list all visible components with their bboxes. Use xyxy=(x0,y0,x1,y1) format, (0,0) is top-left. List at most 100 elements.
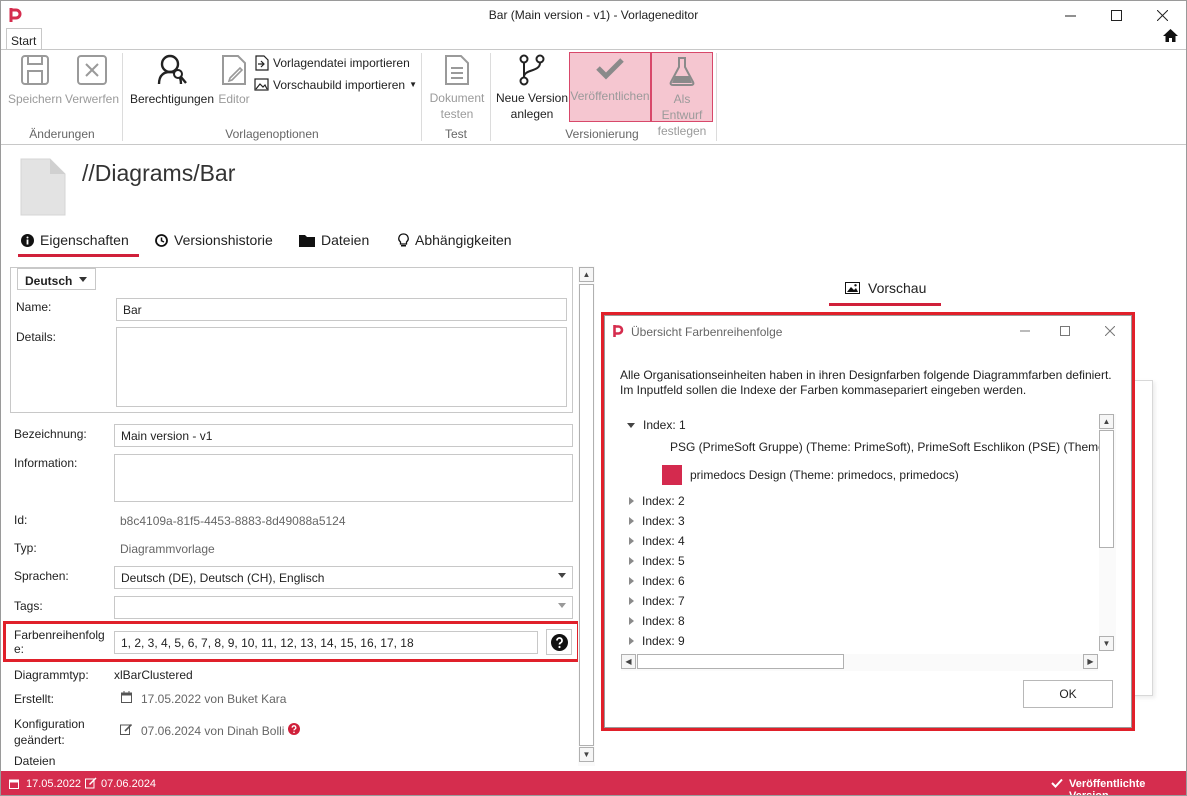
scroll-up-button[interactable]: ▲ xyxy=(579,267,594,282)
tree-node-index[interactable]: Index: 3 xyxy=(629,514,685,528)
tree-node-index[interactable]: Index: 7 xyxy=(629,594,685,608)
designation-field[interactable]: Main version - v1 xyxy=(114,424,573,447)
tree-leaf-color[interactable]: primedocs Design (Theme: primedocs, prim… xyxy=(662,465,959,485)
app-logo-icon xyxy=(613,325,624,337)
dialog-text-line-1: Alle Organisationseinheiten haben in ihr… xyxy=(620,368,1112,382)
left-scrollbar[interactable]: ▲ ▼ xyxy=(578,266,595,766)
language-dropdown[interactable]: Deutsch xyxy=(17,268,96,290)
editor-button[interactable]: Editor xyxy=(216,54,252,107)
ribbon-separator xyxy=(122,53,123,141)
tree-vertical-scrollbar[interactable]: ▲ ▼ xyxy=(1099,414,1116,651)
dialog-title: Übersicht Farbenreihenfolge xyxy=(631,325,783,339)
dialog-minimize-button[interactable] xyxy=(1011,318,1039,344)
tree-horizontal-scrollbar[interactable]: ◀ ▶ xyxy=(621,654,1098,671)
publish-label: Veröffentlichen xyxy=(570,89,650,103)
status-bar: 17.05.2022 07.06.2024 Veröffentlichte Ve… xyxy=(0,771,1187,796)
flask-icon xyxy=(669,57,695,86)
minimize-icon xyxy=(1020,330,1030,332)
diagram-type-label: Diagrammtyp: xyxy=(14,668,89,682)
ribbon-tab-start[interactable]: Start xyxy=(6,28,42,50)
folder-icon xyxy=(299,234,315,247)
ok-button[interactable]: OK xyxy=(1023,680,1113,708)
color-order-field[interactable]: 1, 2, 3, 4, 5, 6, 7, 8, 9, 10, 11, 12, 1… xyxy=(114,631,538,654)
status-published: Veröffentlichte Version xyxy=(1069,778,1146,796)
name-label: Name: xyxy=(16,300,52,314)
color-order-help-button[interactable] xyxy=(546,629,572,655)
scroll-down-button[interactable]: ▼ xyxy=(579,747,594,762)
tab-dependencies[interactable]: Abhängigkeiten xyxy=(398,232,512,248)
languages-dropdown[interactable]: Deutsch (DE), Deutsch (CH), Englisch xyxy=(114,566,573,589)
scroll-down-button[interactable]: ▼ xyxy=(1099,636,1114,651)
tags-dropdown[interactable] xyxy=(114,596,573,619)
set-draft-label-1: Als Entwurf xyxy=(661,92,703,122)
tree-leaf-label: primedocs Design (Theme: primedocs, prim… xyxy=(690,468,959,482)
group-label-test: Test xyxy=(444,127,467,141)
ribbon-separator xyxy=(421,53,422,141)
created-label: Erstellt: xyxy=(14,692,55,706)
minimize-button[interactable] xyxy=(1047,0,1093,30)
checkmark-icon xyxy=(1051,778,1063,788)
publish-button[interactable]: Veröffentlichen xyxy=(569,52,651,122)
tree-node-label: Index: 6 xyxy=(642,574,685,588)
home-icon[interactable] xyxy=(1162,28,1179,43)
scroll-thumb[interactable] xyxy=(1099,430,1114,548)
tree-node-index[interactable]: Index: 6 xyxy=(629,574,685,588)
dialog-close-button[interactable] xyxy=(1096,318,1124,344)
new-version-label-1: Neue Version xyxy=(495,91,569,105)
image-import-icon xyxy=(254,78,269,91)
document-icon xyxy=(445,55,469,85)
preview-title: Vorschau xyxy=(868,280,927,296)
discard-button[interactable]: Verwerfen xyxy=(64,54,120,107)
scroll-thumb[interactable] xyxy=(637,654,844,669)
preview-header: Vorschau xyxy=(845,280,926,296)
import-preview-button[interactable]: Vorschaubild importieren ▼ xyxy=(254,77,417,92)
tab-label: Versionshistorie xyxy=(174,232,273,248)
question-icon[interactable] xyxy=(288,723,300,735)
scroll-right-button[interactable]: ▶ xyxy=(1083,654,1098,669)
color-order-label-line-2: e: xyxy=(14,642,25,656)
tree-node-index[interactable]: Index: 4 xyxy=(629,534,685,548)
new-version-button[interactable]: Neue Version anlegen xyxy=(494,54,570,122)
group-label-changes: Änderungen xyxy=(29,127,95,141)
scroll-up-button[interactable]: ▲ xyxy=(1099,414,1114,429)
tree-node-index[interactable]: Index: 8 xyxy=(629,614,685,628)
name-field[interactable]: Bar xyxy=(116,298,567,321)
import-template-button[interactable]: Vorlagendatei importieren xyxy=(254,55,410,71)
chevron-down-icon xyxy=(558,573,566,578)
tab-properties[interactable]: Eigenschaften xyxy=(21,232,129,248)
test-document-button[interactable]: Dokument testen xyxy=(426,54,488,122)
type-label: Typ: xyxy=(14,541,37,555)
tab-files[interactable]: Dateien xyxy=(299,232,369,248)
languages-value: Deutsch (DE), Deutsch (CH), Englisch xyxy=(121,571,325,585)
group-label-template-options: Vorlagenoptionen xyxy=(225,127,319,141)
expand-closed-icon xyxy=(629,517,634,525)
details-field[interactable] xyxy=(116,327,567,407)
permissions-button[interactable]: Berechtigungen xyxy=(128,54,216,107)
maximize-button[interactable] xyxy=(1093,0,1139,30)
test-document-label-2: testen xyxy=(440,107,474,121)
active-tab-indicator xyxy=(18,254,139,257)
tree-node-index[interactable]: Index: 2 xyxy=(629,494,685,508)
scroll-thumb[interactable] xyxy=(579,284,594,746)
new-version-label-2: anlegen xyxy=(510,107,554,121)
tree-node-index[interactable]: Index: 9 xyxy=(629,634,685,648)
editor-icon xyxy=(222,55,246,85)
tab-label: Eigenschaften xyxy=(40,232,129,248)
tree-node-index-1[interactable]: Index: 1 xyxy=(627,418,686,432)
tree-node-index[interactable]: Index: 5 xyxy=(629,554,685,568)
tab-version-history[interactable]: Versionshistorie xyxy=(155,232,273,248)
color-order-dialog: Übersicht Farbenreihenfolge Alle Organis… xyxy=(604,315,1132,728)
files-label: Dateien xyxy=(14,754,56,768)
information-field[interactable] xyxy=(114,454,573,502)
close-button[interactable] xyxy=(1139,0,1185,30)
set-draft-button[interactable]: Als Entwurf festlegen xyxy=(651,52,713,138)
save-button[interactable]: Speichern xyxy=(6,54,64,107)
tree-leaf-color[interactable]: PSG (PrimeSoft Gruppe) (Theme: PrimeSoft… xyxy=(662,437,1102,457)
tree-node-label: Index: 2 xyxy=(642,494,685,508)
dialog-maximize-button[interactable] xyxy=(1051,318,1079,344)
tree-node-label: Index: 4 xyxy=(642,534,685,548)
ribbon-separator xyxy=(716,53,717,141)
expand-closed-icon xyxy=(629,577,634,585)
tree-node-label: Index: 5 xyxy=(642,554,685,568)
scroll-left-button[interactable]: ◀ xyxy=(621,654,636,669)
